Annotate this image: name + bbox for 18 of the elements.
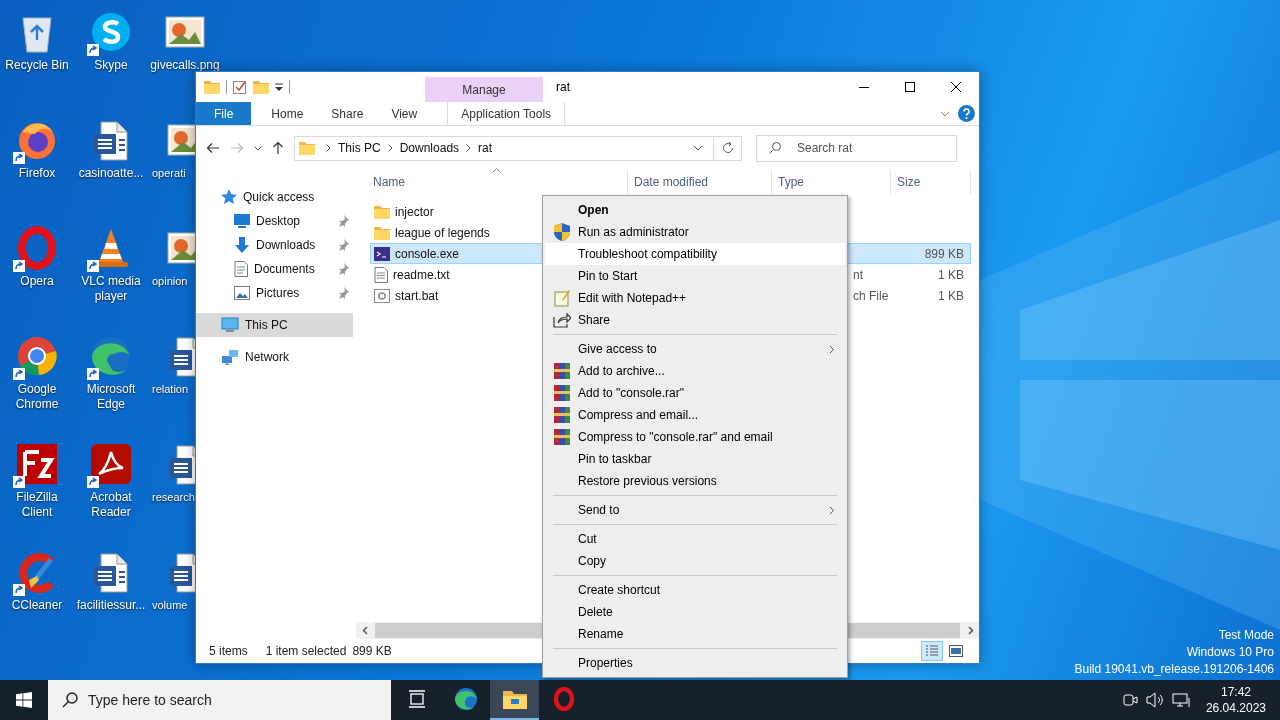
context-tab-group: Manage bbox=[425, 77, 543, 102]
file-name: readme.txt bbox=[393, 267, 450, 282]
window-title: rat bbox=[555, 79, 571, 96]
file-size: 1 KB bbox=[937, 287, 965, 305]
file-size: 1 KB bbox=[937, 266, 965, 284]
file-name: start.bat bbox=[395, 288, 439, 303]
file-type: ch File bbox=[853, 288, 889, 303]
file-size: 899 KB bbox=[923, 245, 965, 263]
desktop-watermark-text: Test Mode bbox=[1218, 627, 1274, 644]
selection-size: 899 KB bbox=[352, 644, 392, 658]
desktop-watermark-text: Windows 10 Pro bbox=[1186, 644, 1274, 661]
file-type: nt bbox=[853, 267, 863, 282]
item-count: 5 items bbox=[209, 644, 248, 658]
file-name: injector bbox=[395, 204, 434, 219]
selection-count: 1 item selected bbox=[265, 644, 347, 658]
file-name: league of legends bbox=[395, 225, 490, 240]
desktop-watermark-text: Build 19041.vb_release.191206-1406 bbox=[1074, 661, 1274, 678]
file-name: console.exe bbox=[395, 246, 460, 261]
